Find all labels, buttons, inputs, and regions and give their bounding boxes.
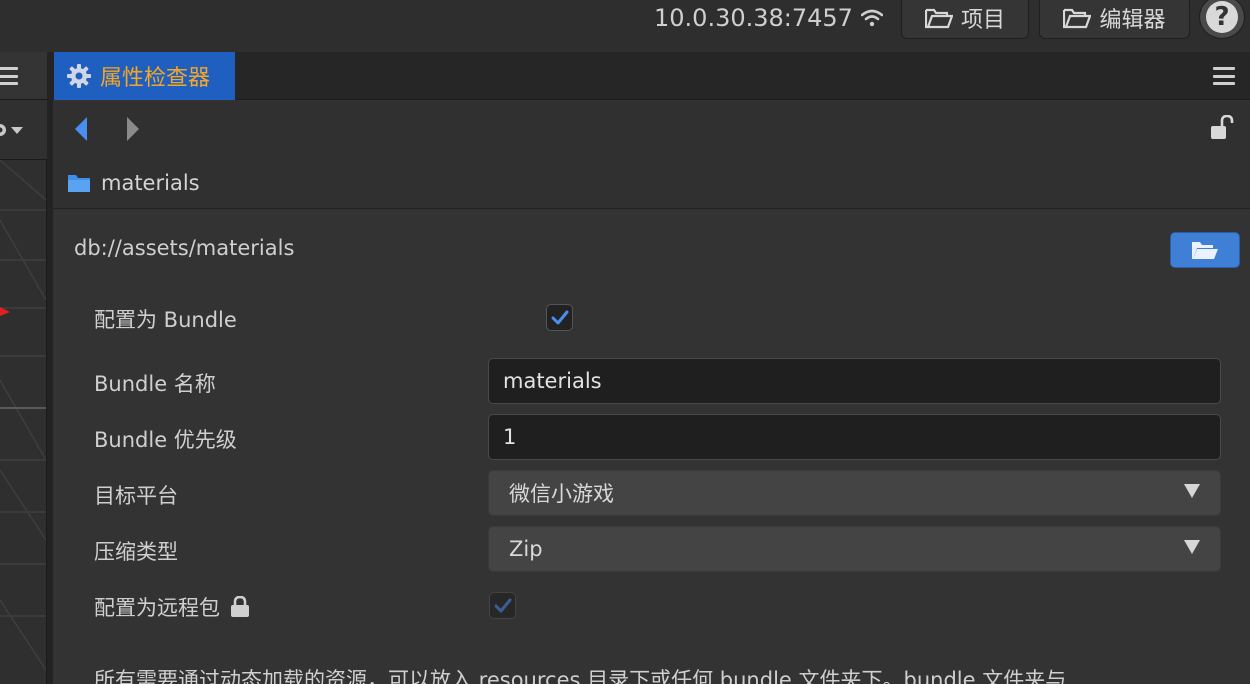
scene-panel-header [0, 52, 47, 100]
menu-icon[interactable] [0, 67, 18, 85]
target-platform-select[interactable]: 微信小游戏 [488, 470, 1221, 516]
asset-path: db://assets/materials [74, 236, 295, 260]
help-button[interactable]: ? [1199, 0, 1245, 39]
dropdown-arrow-icon [1184, 540, 1200, 554]
scene-grid [0, 159, 47, 671]
back-arrow-icon[interactable] [73, 116, 89, 142]
bundle-checkbox[interactable] [546, 304, 573, 331]
open-editor-button[interactable]: 编辑器 [1039, 0, 1190, 39]
breadcrumb-label: materials [101, 170, 200, 195]
open-folder-button[interactable] [1170, 232, 1240, 268]
check-icon [494, 598, 511, 612]
forward-arrow-icon[interactable] [125, 116, 141, 142]
folder-icon [68, 174, 90, 192]
bundle-toggle-label: 配置为 Bundle [94, 308, 237, 332]
folder-open-icon [1192, 242, 1218, 259]
lock-icon [231, 596, 249, 617]
server-ip-text: 10.0.30.38:7457 [654, 4, 853, 32]
check-icon [551, 310, 568, 324]
breadcrumb: materials [53, 157, 1250, 209]
panel-menu-icon[interactable] [1213, 67, 1235, 85]
gear-icon [67, 64, 91, 88]
compression-type-label: 压缩类型 [94, 540, 178, 564]
remote-bundle-row-label: 配置为远程包 [94, 592, 250, 622]
bundle-priority-input[interactable]: 1 [488, 414, 1221, 460]
editor-window: 10.0.30.38:7457 项目 编辑器 ? 属性检查器 materials… [0, 0, 1250, 684]
editor-button-label: 编辑器 [1099, 7, 1166, 33]
history-nav-bar [53, 101, 1250, 157]
target-platform-label: 目标平台 [94, 484, 178, 508]
compression-type-value: Zip [509, 537, 543, 561]
help-icon: ? [1206, 1, 1238, 33]
inspector-panel: 属性检查器 materials db://assets/materials 配置… [53, 52, 1250, 684]
dropdown-arrow-icon [1184, 484, 1200, 498]
folder-open-icon [1063, 8, 1092, 28]
tab-title: 属性检查器 [100, 66, 211, 91]
scene-toolbar [0, 100, 47, 160]
compression-type-select[interactable]: Zip [488, 526, 1221, 572]
target-platform-value: 微信小游戏 [509, 482, 614, 506]
unlock-icon[interactable] [1210, 115, 1234, 141]
scene-viewport[interactable] [0, 159, 47, 684]
top-bar: 10.0.30.38:7457 项目 编辑器 ? [0, 0, 1250, 50]
remote-bundle-label: 配置为远程包 [94, 596, 220, 620]
folder-open-icon [924, 8, 953, 28]
project-button-label: 项目 [960, 7, 1005, 33]
bundle-description: 所有需要通过动态加载的资源，可以放入 resources 目录下或任何 bund… [94, 668, 1067, 684]
gear-dropdown-icon[interactable] [0, 120, 24, 140]
tab-inspector[interactable]: 属性检查器 [54, 52, 235, 100]
server-address: 10.0.30.38:7457 [654, 2, 883, 34]
inspector-header: 属性检查器 [53, 52, 1250, 100]
scene-panel [0, 52, 47, 684]
bundle-name-input[interactable]: materials [488, 358, 1221, 404]
remote-bundle-checkbox [489, 592, 516, 619]
bundle-name-label: Bundle 名称 [94, 372, 216, 396]
wifi-icon [860, 9, 883, 27]
open-project-button[interactable]: 项目 [901, 0, 1029, 39]
bundle-priority-label: Bundle 优先级 [94, 428, 237, 452]
